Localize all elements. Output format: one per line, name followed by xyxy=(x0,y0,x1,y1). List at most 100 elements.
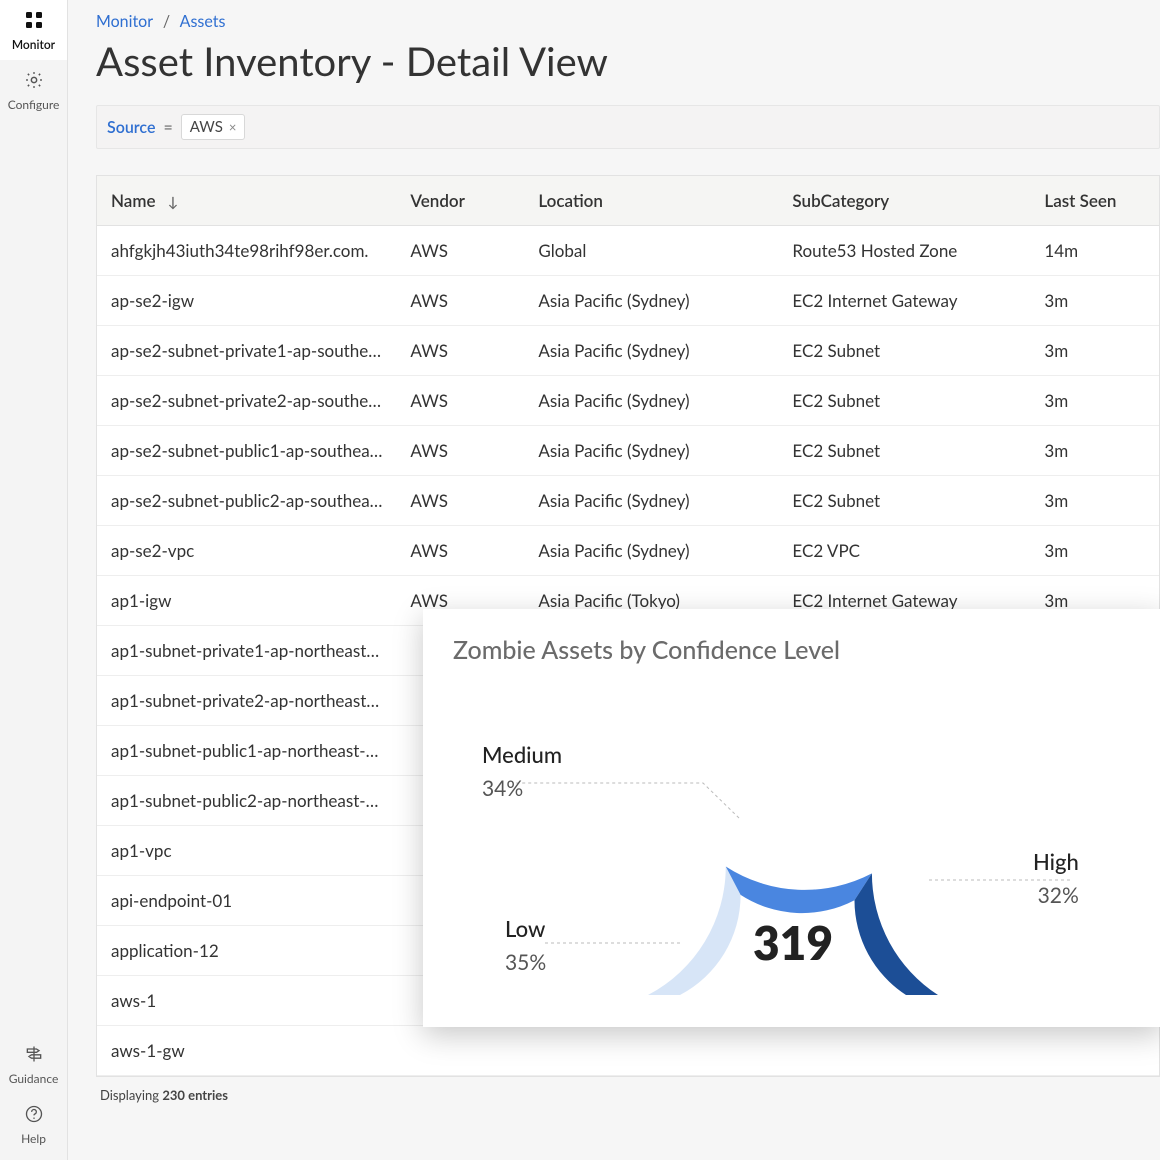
filter-bar[interactable]: Source = AWS × xyxy=(96,105,1160,149)
table-row[interactable]: ap-se2-subnet-private1-ap-southe…AWSAsia… xyxy=(97,326,1159,376)
cell-name: aws-1-gw xyxy=(97,1026,396,1076)
cell-name: api-endpoint-01 xyxy=(97,876,396,926)
cell-name: ap-se2-igw xyxy=(97,276,396,326)
cell-location: Asia Pacific (Sydney) xyxy=(524,426,778,476)
sidebar-item-help[interactable]: Help xyxy=(0,1094,67,1154)
cell-vendor: AWS xyxy=(396,226,524,276)
table-row[interactable]: ap-se2-igwAWSAsia Pacific (Sydney)EC2 In… xyxy=(97,276,1159,326)
cell-name: ap-se2-subnet-private2-ap-southe… xyxy=(97,376,396,426)
sidebar-item-label: Guidance xyxy=(9,1071,59,1086)
breadcrumb-assets[interactable]: Assets xyxy=(180,12,226,31)
cell-location: Global xyxy=(524,226,778,276)
cell-subcategory xyxy=(778,1026,1030,1076)
cell-name: ap1-vpc xyxy=(97,826,396,876)
cell-location xyxy=(524,1026,778,1076)
cell-last_seen: 3m xyxy=(1030,426,1159,476)
table-footer: Displaying 230 entries xyxy=(96,1077,1160,1113)
col-last-seen[interactable]: Last Seen xyxy=(1030,176,1159,226)
table-row[interactable]: aws-1-gw xyxy=(97,1026,1159,1076)
chart-total: 319 xyxy=(753,915,833,970)
cell-name: ap1-subnet-private1-ap-northeast… xyxy=(97,626,396,676)
sidebar-item-label: Monitor xyxy=(12,37,55,52)
cell-location: Asia Pacific (Sydney) xyxy=(524,476,778,526)
sidebar: Monitor Configure Guidance Help xyxy=(0,0,68,1160)
filter-eq: = xyxy=(163,118,172,137)
filter-chip-value: AWS xyxy=(190,118,223,136)
cell-location: Asia Pacific (Sydney) xyxy=(524,276,778,326)
cell-subcategory: EC2 VPC xyxy=(778,526,1030,576)
filter-key[interactable]: Source xyxy=(107,118,155,137)
cell-name: ap1-igw xyxy=(97,576,396,626)
signpost-icon xyxy=(24,1044,44,1067)
breadcrumb: Monitor / Assets xyxy=(96,12,1160,31)
cell-vendor: AWS xyxy=(396,376,524,426)
cell-subcategory: EC2 Subnet xyxy=(778,376,1030,426)
cell-location: Asia Pacific (Sydney) xyxy=(524,376,778,426)
col-subcategory[interactable]: SubCategory xyxy=(778,176,1030,226)
cell-name: ap-se2-subnet-private1-ap-southe… xyxy=(97,326,396,376)
close-icon[interactable]: × xyxy=(229,119,237,135)
half-donut-icon xyxy=(623,805,963,1005)
breadcrumb-sep: / xyxy=(163,12,170,31)
callout-medium: Medium 34% xyxy=(482,741,562,801)
cell-name: ap1-subnet-public1-ap-northeast-… xyxy=(97,726,396,776)
callout-low: Low 35% xyxy=(505,915,546,975)
cell-last_seen: 3m xyxy=(1030,326,1159,376)
table-row[interactable]: ap-se2-subnet-public2-ap-southea…AWSAsia… xyxy=(97,476,1159,526)
cell-location: Asia Pacific (Sydney) xyxy=(524,526,778,576)
cell-last_seen: 14m xyxy=(1030,226,1159,276)
cell-subcategory: EC2 Subnet xyxy=(778,426,1030,476)
table-row[interactable]: ahfgkjh43iuth34te98rihf98er.com.AWSGloba… xyxy=(97,226,1159,276)
cell-subcategory: EC2 Subnet xyxy=(778,326,1030,376)
cell-subcategory: Route53 Hosted Zone xyxy=(778,226,1030,276)
cell-last_seen: 3m xyxy=(1030,276,1159,326)
table-row[interactable]: ap-se2-vpcAWSAsia Pacific (Sydney)EC2 VP… xyxy=(97,526,1159,576)
cell-location: Asia Pacific (Sydney) xyxy=(524,326,778,376)
col-location[interactable]: Location xyxy=(524,176,778,226)
cell-subcategory: EC2 Subnet xyxy=(778,476,1030,526)
col-vendor[interactable]: Vendor xyxy=(396,176,524,226)
table-row[interactable]: ap-se2-subnet-private2-ap-southe…AWSAsia… xyxy=(97,376,1159,426)
cell-name: ap1-subnet-public2-ap-northeast-… xyxy=(97,776,396,826)
sort-desc-icon: ↓ xyxy=(168,193,179,210)
sidebar-item-label: Configure xyxy=(8,97,60,112)
gear-icon xyxy=(24,70,44,93)
cell-name: ahfgkjh43iuth34te98rihf98er.com. xyxy=(97,226,396,276)
table-row[interactable]: ap-se2-subnet-public1-ap-southea…AWSAsia… xyxy=(97,426,1159,476)
cell-vendor: AWS xyxy=(396,476,524,526)
cell-name: ap-se2-vpc xyxy=(97,526,396,576)
cell-vendor: AWS xyxy=(396,326,524,376)
cell-vendor xyxy=(396,1026,524,1076)
sidebar-item-configure[interactable]: Configure xyxy=(0,60,67,120)
cell-last_seen: 3m xyxy=(1030,526,1159,576)
col-name[interactable]: Name ↓ xyxy=(97,176,396,226)
grid-icon xyxy=(24,10,44,33)
help-icon xyxy=(24,1104,44,1127)
cell-last_seen: 3m xyxy=(1030,476,1159,526)
cell-name: aws-1 xyxy=(97,976,396,1026)
sidebar-item-label: Help xyxy=(21,1131,46,1146)
page-title: Asset Inventory - Detail View xyxy=(96,37,1160,85)
cell-vendor: AWS xyxy=(396,276,524,326)
arc-low[interactable] xyxy=(648,867,741,995)
donut-chart: 319 Low 35% Medium 34% High 32% xyxy=(453,665,1133,1005)
cell-last_seen: 3m xyxy=(1030,376,1159,426)
cell-name: ap-se2-subnet-public1-ap-southea… xyxy=(97,426,396,476)
callout-high: High 32% xyxy=(1033,848,1079,908)
breadcrumb-monitor[interactable]: Monitor xyxy=(96,12,153,31)
sidebar-item-monitor[interactable]: Monitor xyxy=(0,0,67,60)
arc-medium[interactable] xyxy=(726,867,872,914)
filter-chip[interactable]: AWS × xyxy=(181,114,246,140)
chart-title: Zombie Assets by Confidence Level xyxy=(453,635,1133,665)
main-content: Monitor / Assets Asset Inventory - Detai… xyxy=(68,0,1160,1160)
cell-last_seen xyxy=(1030,1026,1159,1076)
cell-name: ap-se2-subnet-public2-ap-southea… xyxy=(97,476,396,526)
arc-high[interactable] xyxy=(854,873,938,995)
cell-name: application-12 xyxy=(97,926,396,976)
cell-name: ap1-subnet-private2-ap-northeast… xyxy=(97,676,396,726)
cell-subcategory: EC2 Internet Gateway xyxy=(778,276,1030,326)
cell-vendor: AWS xyxy=(396,426,524,476)
cell-vendor: AWS xyxy=(396,526,524,576)
sidebar-item-guidance[interactable]: Guidance xyxy=(0,1034,67,1094)
zombie-assets-card: Zombie Assets by Confidence Level 319 Lo… xyxy=(423,609,1160,1027)
